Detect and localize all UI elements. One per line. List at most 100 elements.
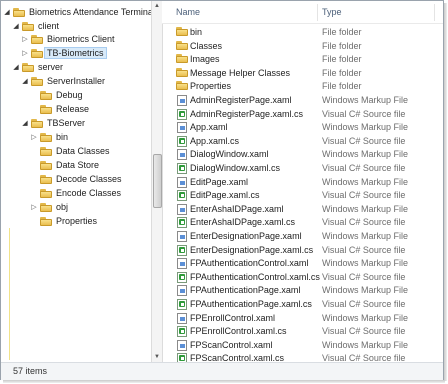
- file-row[interactable]: App.xaml Windows Markup File: [162, 120, 443, 134]
- cs-file-icon: [176, 190, 188, 202]
- tree-item[interactable]: Data Store: [1, 159, 151, 172]
- collapsed-arrow-icon[interactable]: [30, 173, 38, 186]
- folder-icon: [40, 217, 52, 226]
- file-row[interactable]: AdminRegisterPage.xaml Windows Markup Fil…: [162, 93, 443, 107]
- column-header-type[interactable]: Type: [322, 1, 342, 23]
- file-row[interactable]: FPScanControl.xaml.cs Visual C# Source fi…: [162, 351, 443, 362]
- tree-item-label: Properties: [56, 216, 98, 226]
- scroll-thumb[interactable]: [153, 154, 162, 208]
- column-divider[interactable]: [434, 4, 435, 21]
- file-type: File folder: [322, 27, 362, 37]
- collapsed-arrow-icon[interactable]: ▷: [30, 131, 38, 144]
- file-row[interactable]: FPEnrollControl.xaml Windows Markup File: [162, 311, 443, 325]
- column-header-name[interactable]: Name: [176, 1, 200, 23]
- collapsed-arrow-icon[interactable]: ▷: [21, 33, 29, 46]
- file-name: FPAuthenticationControl.xaml: [190, 258, 309, 269]
- file-name: EditPage.xaml: [190, 176, 249, 187]
- tree-item[interactable]: ◢ TBServer: [1, 117, 151, 130]
- file-row[interactable]: FPEnrollControl.xaml.cs Visual C# Source …: [162, 324, 443, 338]
- file-row[interactable]: App.xaml.cs Visual C# Source file: [162, 134, 443, 148]
- cs-file-icon: [176, 135, 188, 147]
- file-row[interactable]: EnterAshaIDPage.xaml Windows Markup File: [162, 202, 443, 216]
- xaml-file-icon: [176, 312, 188, 324]
- tree-item-label: TBServer: [47, 118, 86, 128]
- file-row[interactable]: FPAuthenticationPage.xaml.cs Visual C# So…: [162, 297, 443, 311]
- file-row[interactable]: Images File folder: [162, 52, 443, 66]
- file-name: Message Helper Classes: [190, 67, 291, 78]
- tree-item[interactable]: Properties: [1, 215, 151, 228]
- folder-icon: [31, 119, 43, 128]
- tree-item[interactable]: ▷ TB-Biometrics: [1, 47, 151, 60]
- file-name: FPEnrollControl.xaml.cs: [190, 326, 287, 337]
- cs-file-icon: [176, 326, 188, 338]
- collapsed-arrow-icon[interactable]: [30, 103, 38, 116]
- file-row[interactable]: DialogWindow.xaml.cs Visual C# Source fil…: [162, 161, 443, 175]
- expanded-arrow-icon[interactable]: ◢: [21, 75, 29, 88]
- collapsed-arrow-icon[interactable]: [30, 159, 38, 172]
- file-row[interactable]: Properties File folder: [162, 79, 443, 93]
- column-divider[interactable]: [317, 4, 318, 21]
- tree-item[interactable]: ◢ Biometrics Attendance Terminal: [1, 6, 151, 19]
- tree-item[interactable]: ▷ bin: [1, 131, 151, 144]
- scroll-down-arrow-icon[interactable]: ▼: [153, 353, 161, 361]
- tree-item-label: TB-Biometrics: [44, 47, 107, 59]
- folder-icon: [31, 77, 43, 86]
- collapsed-arrow-icon[interactable]: [30, 215, 38, 228]
- folder-icon: [13, 8, 25, 17]
- file-row[interactable]: bin File folder: [162, 25, 443, 39]
- file-row[interactable]: EditPage.xaml Windows Markup File: [162, 175, 443, 189]
- expanded-arrow-icon[interactable]: ◢: [12, 61, 20, 74]
- file-type: Visual C# Source file: [322, 353, 406, 362]
- file-type: Windows Markup File: [322, 339, 409, 350]
- collapsed-arrow-icon[interactable]: [30, 89, 38, 102]
- file-row[interactable]: EnterDesignationPage.xaml Windows Markup …: [162, 229, 443, 243]
- file-row[interactable]: FPAuthenticationPage.xaml Windows Markup …: [162, 283, 443, 297]
- tree-item[interactable]: Encode Classes: [1, 187, 151, 200]
- tree-item[interactable]: Debug: [1, 89, 151, 102]
- collapsed-arrow-icon[interactable]: [30, 145, 38, 158]
- expanded-arrow-icon[interactable]: ◢: [12, 20, 20, 33]
- file-name: FPEnrollControl.xaml: [190, 312, 276, 323]
- file-type: File folder: [322, 67, 362, 78]
- collapsed-arrow-icon[interactable]: [30, 187, 38, 200]
- expanded-arrow-icon[interactable]: ◢: [3, 6, 11, 19]
- file-row[interactable]: EditPage.xaml.cs Visual C# Source file: [162, 188, 443, 202]
- file-name: Properties: [190, 81, 232, 92]
- file-list-pane: Name Type bin File folder Classes File fold…: [162, 1, 443, 362]
- folder-icon: [40, 147, 52, 156]
- scroll-up-arrow-icon[interactable]: ▲: [153, 2, 161, 10]
- folder-icon: [176, 27, 188, 37]
- file-row[interactable]: DialogWindow.xaml Windows Markup File: [162, 147, 443, 161]
- cs-file-icon: [176, 108, 188, 120]
- collapsed-arrow-icon[interactable]: ▷: [21, 47, 29, 60]
- file-row[interactable]: Message Helper Classes File folder: [162, 66, 443, 80]
- file-type: Windows Markup File: [322, 122, 409, 133]
- tree-item[interactable]: Release: [1, 103, 151, 116]
- tree-item[interactable]: Data Classes: [1, 145, 151, 158]
- expanded-arrow-icon[interactable]: ◢: [21, 117, 29, 130]
- tree-item-label: ServerInstaller: [47, 76, 106, 86]
- file-row[interactable]: EnterAshaIDPage.xaml.cs Visual C# Source …: [162, 215, 443, 229]
- tree-item[interactable]: Decode Classes: [1, 173, 151, 186]
- tree-item-label: obj: [56, 202, 69, 212]
- file-type: Visual C# Source file: [322, 163, 406, 173]
- file-row[interactable]: FPScanControl.xaml Windows Markup File: [162, 338, 443, 352]
- tree-item[interactable]: ◢ ServerInstaller: [1, 75, 151, 88]
- collapsed-arrow-icon[interactable]: ▷: [30, 201, 38, 214]
- file-name: EnterAshaIDPage.xaml.cs: [190, 217, 296, 228]
- tree-item-label: client: [38, 21, 60, 31]
- file-row[interactable]: AdminRegisterPage.xaml.cs Visual C# Sourc…: [162, 107, 443, 121]
- folder-icon: [40, 175, 52, 184]
- file-row[interactable]: Classes File folder: [162, 39, 443, 53]
- file-row[interactable]: FPAuthenticationControl.xaml Windows Mark…: [162, 256, 443, 270]
- tree-item[interactable]: ◢ client: [1, 20, 151, 33]
- folder-icon: [176, 67, 188, 78]
- xaml-file-icon: [176, 203, 188, 215]
- xaml-file-icon: [176, 149, 188, 161]
- file-name: EnterDesignationPage.xaml.cs: [190, 244, 314, 255]
- tree-item[interactable]: ▷ Biometrics Client: [1, 33, 151, 46]
- file-row[interactable]: FPAuthenticationControl.xaml.cs Visual C#…: [162, 270, 443, 284]
- file-row[interactable]: EnterDesignationPage.xaml.cs Visual C# So…: [162, 243, 443, 257]
- tree-item[interactable]: ▷ obj: [1, 201, 151, 214]
- tree-item[interactable]: ◢ server: [1, 61, 151, 74]
